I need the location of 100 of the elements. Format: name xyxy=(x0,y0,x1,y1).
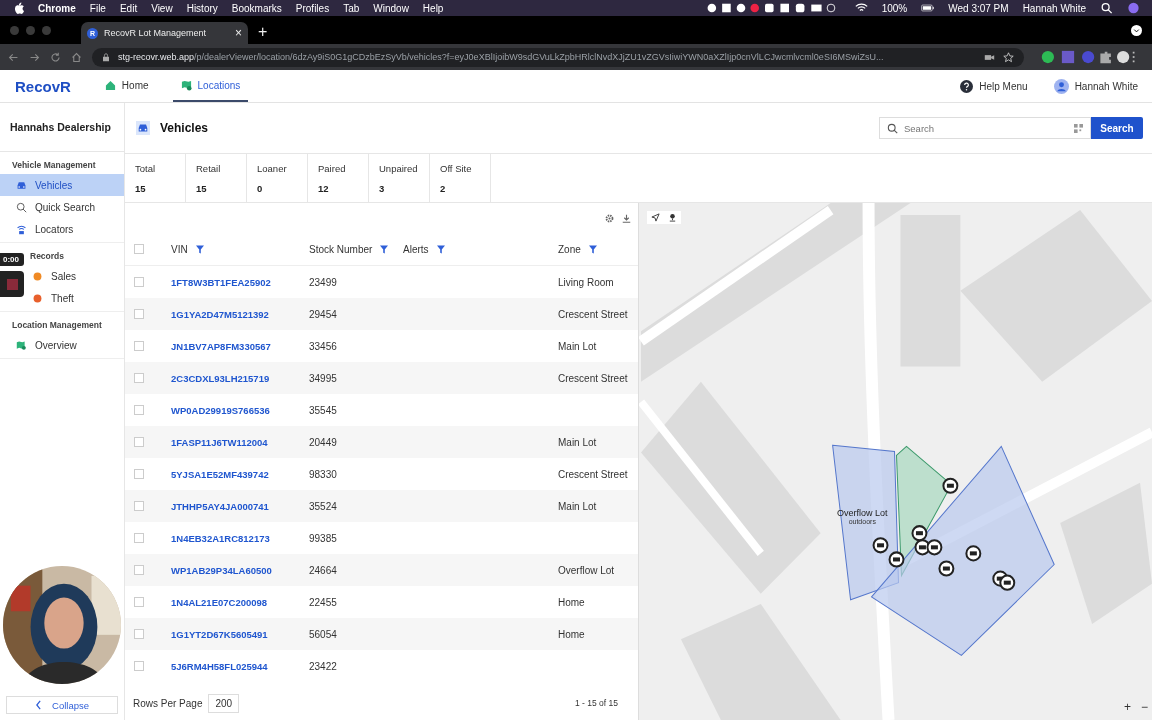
navigation-arrow-icon[interactable] xyxy=(651,213,660,222)
row-checkbox[interactable] xyxy=(134,437,144,447)
lock-icon[interactable] xyxy=(102,52,110,62)
stat-label: Total xyxy=(135,162,157,174)
help-menu-button[interactable]: Help Menu xyxy=(960,79,1028,93)
filter-icon[interactable] xyxy=(588,244,597,254)
apple-icon[interactable] xyxy=(14,2,24,14)
menu-item[interactable]: View xyxy=(151,2,173,14)
row-checkbox[interactable] xyxy=(134,565,144,575)
vin-link[interactable]: 1FASP11J6TW112004 xyxy=(171,436,268,448)
vin-link[interactable]: WP1AB29P34LA60500 xyxy=(171,564,272,576)
filter-icon[interactable] xyxy=(436,244,445,254)
user-menu[interactable]: Hannah White xyxy=(1053,78,1138,94)
collapse-button[interactable]: Collapse xyxy=(6,696,118,714)
menu-item[interactable]: Edit xyxy=(119,2,138,14)
column-header[interactable]: Zone xyxy=(558,243,581,255)
select-all-checkbox[interactable] xyxy=(134,244,144,254)
zoom-out-button[interactable]: − xyxy=(1141,700,1148,714)
table-cell: Home xyxy=(558,628,585,640)
row-checkbox[interactable] xyxy=(134,277,144,287)
vin-link[interactable]: 1G1YT2D67K5605491 xyxy=(171,628,268,640)
vin-link[interactable]: 1FT8W3BT1FEA25902 xyxy=(171,276,271,288)
menu-item[interactable]: Profiles xyxy=(295,2,330,14)
pin-icon[interactable] xyxy=(668,213,677,222)
column-header[interactable]: VIN xyxy=(171,243,188,255)
menu-item[interactable]: Help xyxy=(422,2,444,14)
sidebar-item[interactable]: Quick Search xyxy=(0,196,124,218)
table-cell: 24664 xyxy=(309,564,337,576)
pagination-range: 1 - 15 of 15 xyxy=(575,698,618,708)
row-checkbox[interactable] xyxy=(134,629,144,639)
battery-icon[interactable] xyxy=(921,2,935,14)
vin-link[interactable]: 5J6RM4H58FL025944 xyxy=(171,660,268,672)
siri-icon[interactable] xyxy=(1127,2,1140,14)
app-menu[interactable]: Chrome xyxy=(38,2,76,14)
nav-tab[interactable]: Home xyxy=(96,70,157,102)
close-tab-button[interactable]: × xyxy=(235,26,242,40)
zoom-in-button[interactable]: + xyxy=(1123,700,1131,714)
sidebar-item[interactable]: Overview xyxy=(0,334,124,356)
vin-link[interactable]: JTHHP5AY4JA000741 xyxy=(171,500,269,512)
wifi-icon[interactable] xyxy=(854,2,868,14)
filter-icon[interactable] xyxy=(195,244,204,254)
vin-link[interactable]: 5YJSA1E52MF439742 xyxy=(171,468,269,480)
back-icon[interactable] xyxy=(8,51,19,63)
row-checkbox[interactable] xyxy=(134,309,144,319)
search-icon xyxy=(16,201,27,213)
nav-tab[interactable]: Locations xyxy=(172,70,249,102)
row-checkbox[interactable] xyxy=(134,661,144,671)
section-heading: Records xyxy=(29,250,64,263)
menu-item[interactable]: Window xyxy=(373,2,409,14)
table-cell: Crescent Street xyxy=(558,308,628,320)
search-button[interactable]: Search xyxy=(1091,117,1143,139)
column-header[interactable]: Alerts xyxy=(403,243,429,255)
address-bar[interactable]: stg-recovr.web.app/p/dealerViewer/location/6dzAy9iS0G1gCDzbEzSyVb/vehicles?f=eyJ0eXBlIjoibW9sdGVuLkZpbHRlclNvdXJjZU1vZGVsIiwiYWN0aXZlIjp0cnVlLCJwcmlvcml0eSI6MSwiZsU... xyxy=(92,47,1024,67)
clock[interactable]: Wed 3:07 PM xyxy=(948,2,1009,14)
search-icon[interactable] xyxy=(1100,2,1113,14)
vin-link[interactable]: 1G1YA2D47M5121392 xyxy=(171,308,269,320)
row-checkbox[interactable] xyxy=(134,341,144,351)
vin-link[interactable]: JN1BV7AP8FM330567 xyxy=(171,340,271,352)
sidebar-item[interactable]: Vehicles xyxy=(0,174,124,196)
sidebar-item[interactable]: Sales xyxy=(28,265,124,287)
stat-value: 15 xyxy=(196,182,208,194)
settings-icon[interactable] xyxy=(605,213,614,223)
star-icon[interactable] xyxy=(1003,51,1014,63)
stat-value: 0 xyxy=(257,182,264,194)
download-icon[interactable] xyxy=(622,213,631,223)
table-cell: 99385 xyxy=(309,532,337,544)
column-header[interactable]: Stock Number xyxy=(309,243,373,255)
menu-item[interactable]: Bookmarks xyxy=(231,2,282,14)
row-checkbox[interactable] xyxy=(134,533,144,543)
qr-code-icon[interactable] xyxy=(1074,124,1083,133)
search-field[interactable]: Search xyxy=(879,117,1091,139)
rows-per-page-select[interactable]: 200 xyxy=(208,693,240,713)
menu-item[interactable]: History xyxy=(186,2,218,14)
row-checkbox[interactable] xyxy=(134,469,144,479)
sidebar-item[interactable]: Theft xyxy=(28,287,124,309)
vin-link[interactable]: 1N4AL21E07C200098 xyxy=(171,596,268,608)
row-checkbox[interactable] xyxy=(134,597,144,607)
row-checkbox[interactable] xyxy=(134,501,144,511)
home-icon[interactable] xyxy=(71,51,82,63)
table-cell: Home xyxy=(558,596,585,608)
battery-percent: 100% xyxy=(881,2,908,14)
row-checkbox[interactable] xyxy=(134,405,144,415)
logo[interactable]: RecovR xyxy=(15,77,71,95)
menu-item[interactable]: Tab xyxy=(343,2,360,14)
vin-link[interactable]: 1N4EB32A1RC812173 xyxy=(171,532,270,544)
menu-item[interactable]: File xyxy=(89,2,106,14)
table-cell: Overflow Lot xyxy=(558,564,615,576)
forward-icon[interactable] xyxy=(29,51,40,63)
filter-icon[interactable] xyxy=(380,244,389,254)
table-cell: Main Lot xyxy=(558,500,597,512)
help-icon xyxy=(960,79,974,93)
row-checkbox[interactable] xyxy=(134,373,144,383)
vin-link[interactable]: WP0AD29919S766536 xyxy=(171,404,270,416)
reload-icon[interactable] xyxy=(50,51,61,63)
user-name[interactable]: Hannah White xyxy=(1022,2,1086,14)
tab-search-icon[interactable] xyxy=(1131,25,1142,36)
stop-recording-button[interactable] xyxy=(0,271,24,297)
new-tab-button[interactable]: + xyxy=(258,23,268,41)
sidebar-item[interactable]: Locators xyxy=(0,218,124,240)
vin-link[interactable]: 2C3CDXL93LH215719 xyxy=(171,372,270,384)
